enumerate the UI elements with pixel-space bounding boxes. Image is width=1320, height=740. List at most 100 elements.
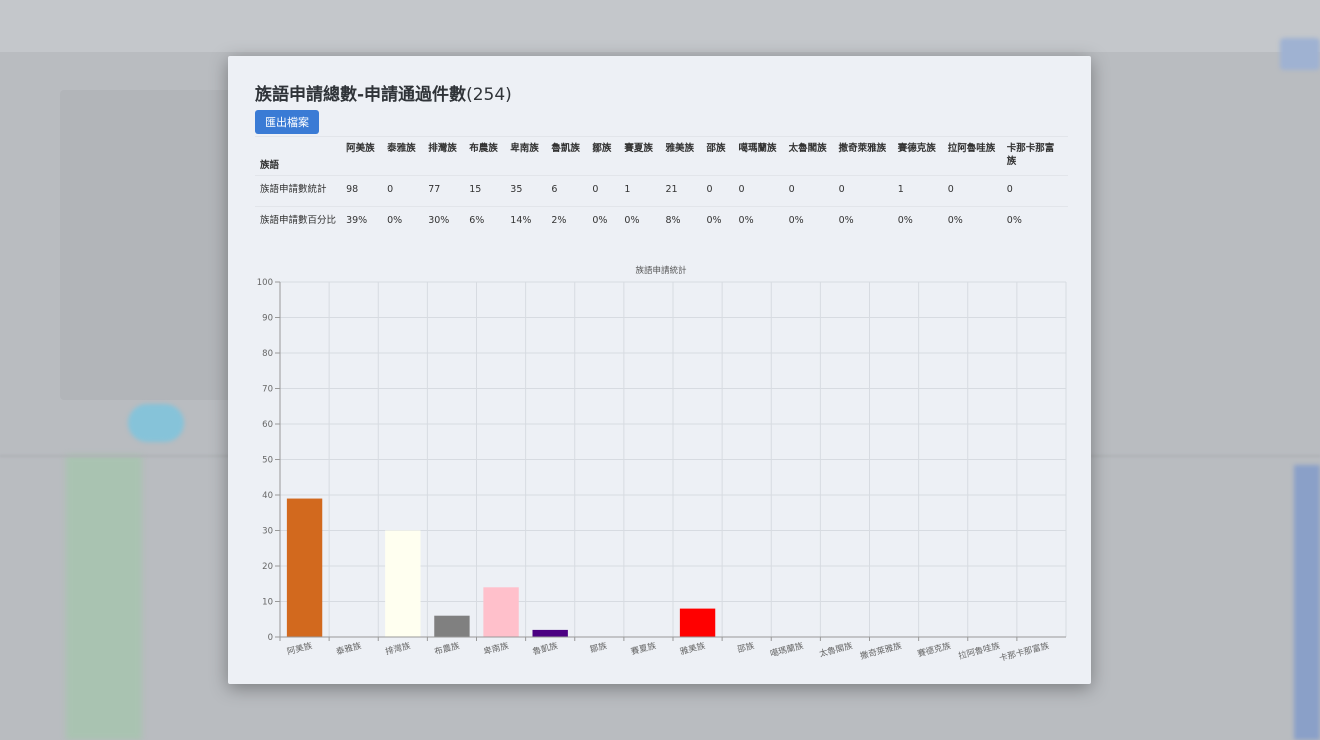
chart-bar: [483, 587, 519, 637]
chart-bars: [286, 498, 716, 637]
y-tick-label: 90: [262, 314, 273, 324]
table-cell: 0%: [587, 206, 620, 243]
y-tick-label: 40: [262, 491, 273, 501]
bar-chart: 族語申請統計 0 10 20 30 40 50 60 70 80 90 100 阿美族 泰雅族 排灣族 布…: [257, 265, 1067, 664]
table-cell: 6: [546, 175, 588, 207]
table-cell: 0: [1001, 175, 1068, 207]
x-tick-label: 卡那卡那富族: [998, 640, 1051, 664]
y-tick-label: 10: [262, 598, 273, 608]
chart-bar: [532, 629, 568, 637]
table-cell: 14%: [505, 206, 547, 243]
x-tick-label: 撒奇萊雅族: [859, 640, 903, 662]
stats-modal: 族語申請總數-申請通過件數(254) 匯出檔案 族語 阿美族 泰雅族 排灣族 布農族卑…: [228, 56, 1091, 684]
table-cell: 1: [619, 175, 661, 207]
x-tick-label: 雅美族: [679, 640, 707, 657]
table-row-label: 族語申請數百分比: [255, 206, 342, 243]
table-cell: 0: [587, 175, 620, 207]
x-tick-label: 拉阿魯哇族: [957, 640, 1001, 662]
chart-title: 族語申請統計: [635, 265, 687, 276]
x-tick-label: 太魯閣族: [818, 640, 854, 660]
table-cell: 0%: [892, 206, 943, 243]
table-cell: 0%: [942, 206, 1002, 243]
chart-x-axis: 阿美族 泰雅族 排灣族 布農族 卑南族 魯凱族 鄒族 賽夏族 雅美族 邵族 噶瑪蘭族 太魯閣族 撒奇萊雅…: [279, 636, 1066, 664]
table-cell: 8%: [660, 206, 702, 243]
background-pill: [128, 404, 184, 442]
table-cell: 0%: [382, 206, 424, 243]
table-cell: 0: [783, 175, 834, 207]
table-column-header: 太魯閣族: [783, 136, 834, 176]
y-tick-label: 30: [262, 527, 273, 537]
y-tick-label: 60: [262, 420, 273, 430]
table-row: 族語申請數統計 98 0 77 15 35 6 0 1 21 0 0 0 0 1 0 0: [255, 175, 1068, 207]
x-tick-label: 布農族: [433, 640, 461, 657]
x-tick-label: 賽德克族: [916, 640, 952, 660]
x-tick-label: 排灣族: [384, 640, 412, 657]
y-tick-label: 70: [262, 385, 273, 395]
table-column-header: 邵族: [701, 136, 734, 176]
x-tick-label: 卑南族: [482, 640, 510, 657]
x-tick-label: 噶瑪蘭族: [769, 640, 805, 660]
y-tick-label: 0: [268, 633, 273, 643]
table-cell: 0%: [619, 206, 661, 243]
stats-table: 族語 阿美族 泰雅族 排灣族 布農族 卑南族 魯凱族 鄒族 賽夏族 雅美族 邵族 噶瑪蘭族 太魯閣族撒…: [255, 136, 1068, 243]
table-row: 族語申請數百分比 39% 0% 30% 6% 14% 2% 0% 0% 8% 0% 0% 0% 0% 0% 0…: [255, 206, 1068, 243]
x-tick-label: 賽夏族: [630, 640, 658, 657]
table-column-header: 拉阿魯哇族: [942, 136, 1002, 176]
table-cell: 0%: [701, 206, 734, 243]
chart-y-axis: 0 10 20 30 40 50 60 70 80 90 100: [257, 278, 281, 643]
table-cell: 39%: [341, 206, 383, 243]
modal-title-count: (254): [466, 85, 512, 105]
table-cell: 0%: [1001, 206, 1068, 243]
y-tick-label: 50: [262, 456, 273, 466]
table-cell: 6%: [464, 206, 506, 243]
x-tick-label: 魯凱族: [531, 640, 559, 657]
table-column-header: 泰雅族: [382, 136, 424, 176]
table-column-header: 排灣族: [423, 136, 465, 176]
table-cell: 2%: [546, 206, 588, 243]
table-cell: 21: [660, 175, 702, 207]
chart-bar: [679, 608, 716, 637]
table-cell: 30%: [423, 206, 465, 243]
table-column-header: 噶瑪蘭族: [733, 136, 784, 176]
table-header-row: 族語 阿美族 泰雅族 排灣族 布農族 卑南族 魯凱族 鄒族 賽夏族 雅美族 邵族 噶瑪蘭族 太魯閣族撒…: [255, 136, 1068, 176]
table-cell: 0%: [833, 206, 893, 243]
background-topbar: [0, 0, 1320, 52]
table-column-header: 卑南族: [505, 136, 547, 176]
table-column-header: 雅美族: [660, 136, 702, 176]
table-cell: 0: [833, 175, 893, 207]
export-file-button[interactable]: 匯出檔案: [255, 110, 319, 134]
table-cell: 98: [341, 175, 383, 207]
table-column-header: 魯凱族: [546, 136, 588, 176]
modal-title: 族語申請總數-申請通過件數(254): [255, 80, 512, 105]
chart-bar: [286, 498, 323, 637]
table-cell: 0: [942, 175, 1002, 207]
y-tick-label: 100: [257, 278, 273, 288]
table-column-header: 卡那卡那富族: [1001, 136, 1068, 176]
table-column-header: 鄒族: [587, 136, 620, 176]
table-cell: 0: [733, 175, 784, 207]
background-sidebar: [1294, 465, 1320, 740]
y-tick-label: 20: [262, 562, 273, 572]
table-cell: 77: [423, 175, 465, 207]
background-column: [66, 455, 142, 740]
x-tick-label: 阿美族: [286, 640, 314, 657]
table-cell: 0: [701, 175, 734, 207]
x-tick-label: 邵族: [736, 640, 756, 655]
table-corner-header: 族語: [255, 136, 342, 176]
table-cell: 0%: [783, 206, 834, 243]
table-cell: 35: [505, 175, 547, 207]
chart-bar: [385, 530, 421, 637]
table-cell: 0%: [733, 206, 784, 243]
x-tick-label: 泰雅族: [335, 640, 363, 657]
x-tick-label: 鄒族: [589, 640, 609, 655]
table-column-header: 賽德克族: [892, 136, 943, 176]
table-column-header: 阿美族: [341, 136, 383, 176]
table-cell: 0: [382, 175, 424, 207]
chart-bar: [434, 615, 470, 637]
table-cell: 15: [464, 175, 506, 207]
modal-title-text: 族語申請總數-申請通過件數: [255, 85, 467, 105]
table-cell: 1: [892, 175, 943, 207]
background-button: [1280, 38, 1320, 70]
table-column-header: 布農族: [464, 136, 506, 176]
table-column-header: 撒奇萊雅族: [833, 136, 893, 176]
